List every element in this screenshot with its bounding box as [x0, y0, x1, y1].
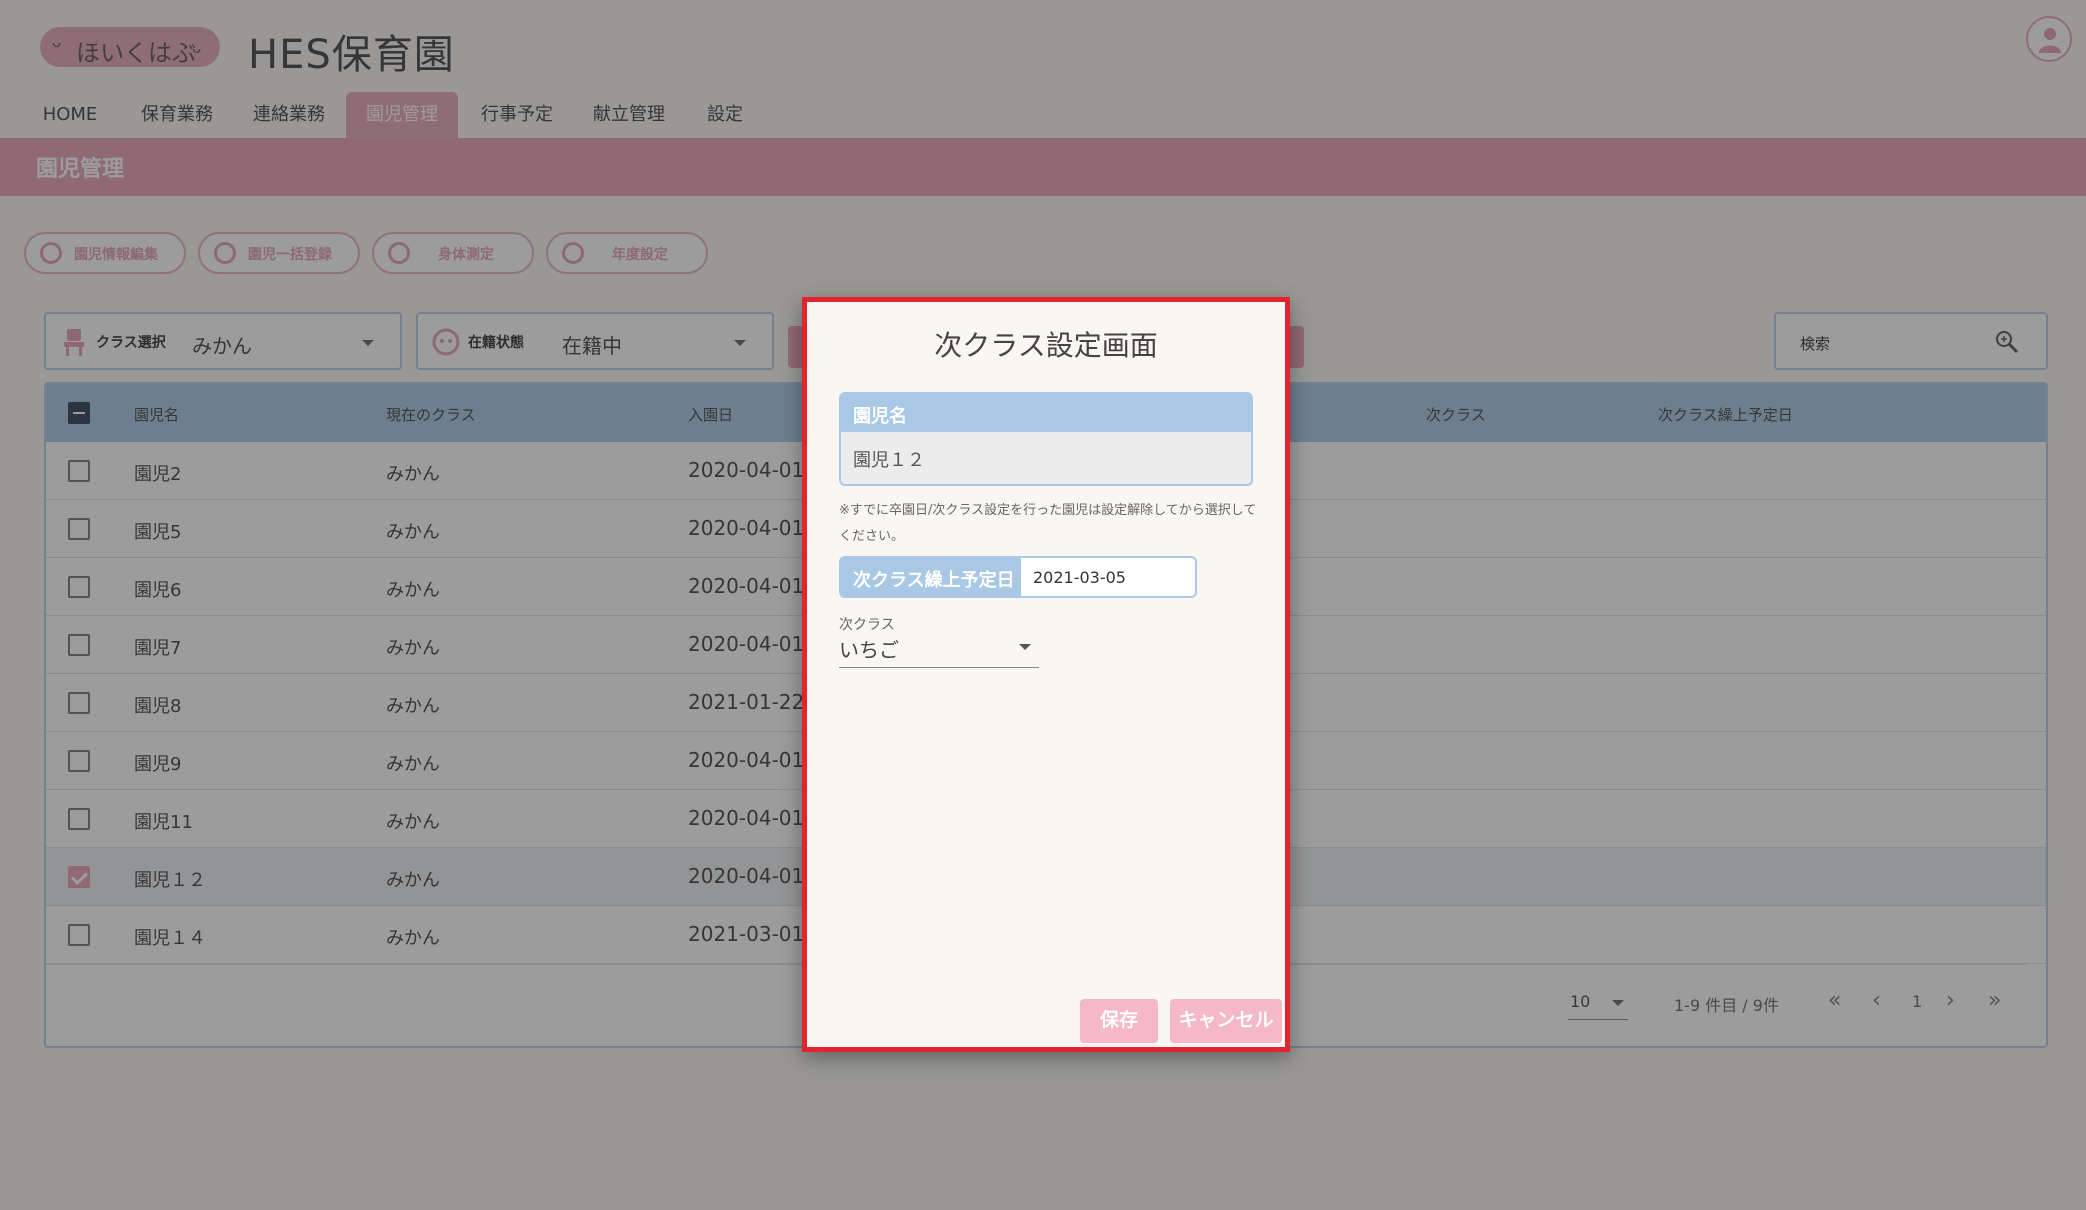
next-class-label: 次クラス [839, 617, 895, 633]
next-class-select[interactable]: いちご [839, 632, 1039, 668]
save-button[interactable]: 保存 [1080, 999, 1158, 1043]
dialog-note: ※すでに卒園日/次クラス設定を行った園児は設定解除してから選択してください。 [839, 503, 1257, 544]
next-class-dialog: 次クラス設定画面 園児名 園児１２ ※すでに卒園日/次クラス設定を行った園児は設… [802, 297, 1290, 1052]
dialog-title: 次クラス設定画面 [934, 329, 1158, 362]
promotion-date-input[interactable]: 2021-03-05 [1033, 568, 1126, 587]
child-name-value: 園児１２ [853, 450, 925, 471]
chevron-down-icon [1019, 644, 1031, 650]
promotion-date-field[interactable]: 次クラス繰上予定日 2021-03-05 [839, 556, 1197, 598]
child-name-field: 園児名 園児１２ [839, 392, 1253, 486]
cancel-button[interactable]: キャンセル [1170, 999, 1282, 1043]
